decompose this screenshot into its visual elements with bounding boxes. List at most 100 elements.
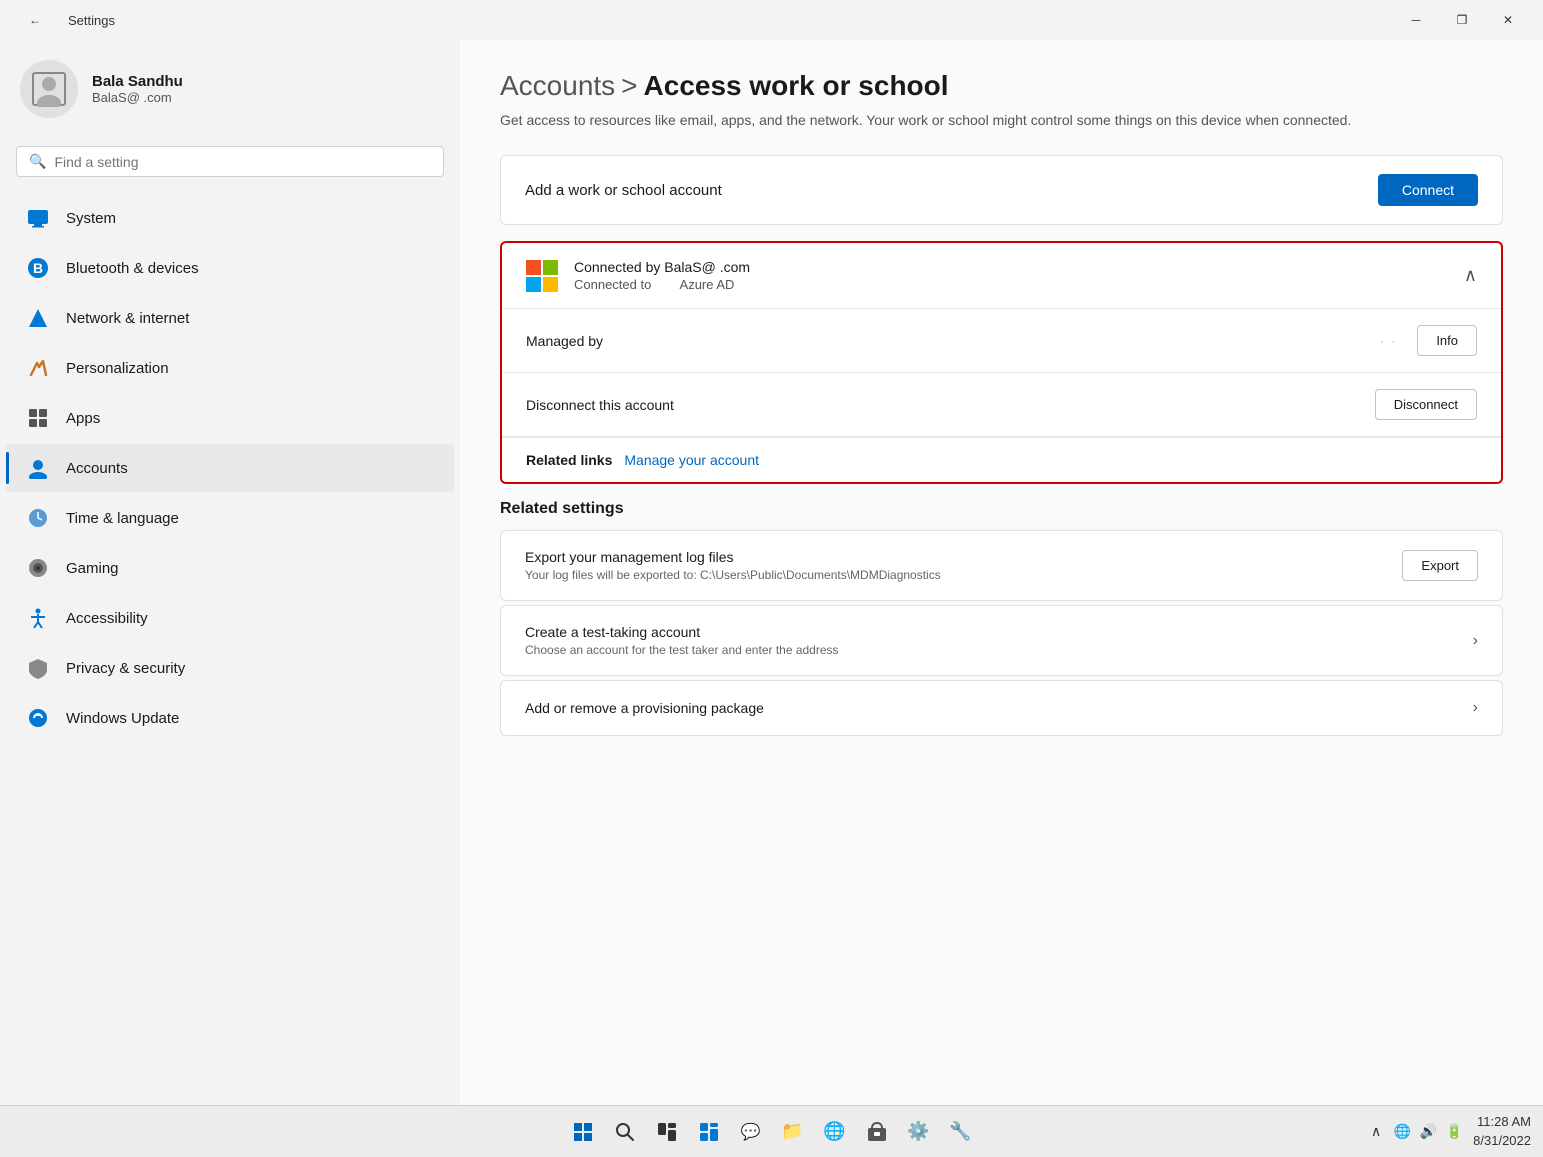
titlebar-left: ← Settings	[12, 4, 115, 36]
sidebar-item-privacy[interactable]: Privacy & security	[6, 644, 454, 692]
managed-by-label: Managed by	[526, 333, 603, 349]
sidebar-item-label-system: System	[66, 210, 116, 227]
sidebar-item-label-windows-update: Windows Update	[66, 710, 179, 727]
provisioning-row[interactable]: Add or remove a provisioning package ›	[500, 680, 1503, 736]
sidebar-item-time[interactable]: Time & language	[6, 494, 454, 542]
widgets-button[interactable]	[691, 1114, 727, 1150]
sidebar-item-windows-update[interactable]: Windows Update	[6, 694, 454, 742]
maximize-button[interactable]: ❐	[1439, 4, 1485, 36]
sidebar-item-network[interactable]: Network & internet	[6, 294, 454, 342]
titlebar-controls: ─ ❐ ✕	[1393, 4, 1531, 36]
connected-account-header: Connected by BalaS@ .com Connected to Az…	[502, 243, 1501, 309]
close-button[interactable]: ✕	[1485, 4, 1531, 36]
edge-button[interactable]: 🌐	[817, 1114, 853, 1150]
sidebar-item-label-personalization: Personalization	[66, 360, 169, 377]
taskbar-center: 💬 📁 🌐 ⚙️ 🔧	[565, 1114, 979, 1150]
related-links-row: Related links Manage your account	[502, 437, 1501, 482]
sidebar-item-label-gaming: Gaming	[66, 560, 119, 577]
svg-text:B: B	[33, 260, 43, 276]
system-icon	[26, 206, 50, 230]
win-sq-1	[574, 1123, 582, 1131]
taskbar-time[interactable]: 11:28 AM 8/31/2022	[1473, 1113, 1531, 1149]
export-log-info: Export your management log files Your lo…	[525, 549, 941, 582]
managed-by-row: Managed by · · Info	[502, 309, 1501, 373]
managed-by-value: · ·	[1380, 334, 1397, 348]
tray-network-icon[interactable]: 🌐	[1391, 1121, 1413, 1143]
taskbar-clock: 11:28 AM	[1473, 1113, 1531, 1131]
connected-account-box: Connected by BalaS@ .com Connected to Az…	[500, 241, 1503, 484]
tool-button[interactable]: 🔧	[943, 1114, 979, 1150]
gaming-icon	[26, 556, 50, 580]
connect-button[interactable]: Connect	[1378, 174, 1478, 206]
breadcrumb-current: Access work or school	[644, 70, 949, 102]
taskbar-search-button[interactable]	[607, 1114, 643, 1150]
tray-battery-icon[interactable]: 🔋	[1443, 1121, 1465, 1143]
search-box[interactable]: 🔍	[16, 146, 444, 177]
sidebar-item-apps[interactable]: Apps	[6, 394, 454, 442]
export-button[interactable]: Export	[1402, 550, 1478, 581]
search-icon: 🔍	[29, 153, 46, 170]
back-button[interactable]: ←	[12, 4, 58, 36]
export-log-row: Export your management log files Your lo…	[500, 530, 1503, 601]
titlebar: ← Settings ─ ❐ ✕	[0, 0, 1543, 40]
disconnect-row: Disconnect this account Disconnect	[502, 373, 1501, 437]
add-account-label: Add a work or school account	[525, 182, 722, 199]
task-view-button[interactable]	[649, 1114, 685, 1150]
test-account-desc: Choose an account for the test taker and…	[525, 643, 839, 657]
start-button[interactable]	[565, 1114, 601, 1150]
breadcrumb-parent: Accounts	[500, 70, 615, 102]
minimize-button[interactable]: ─	[1393, 4, 1439, 36]
personalization-icon	[26, 356, 50, 380]
disconnect-label: Disconnect this account	[526, 397, 674, 413]
taskbar-right: ∧ 🌐 🔊 🔋 11:28 AM 8/31/2022	[1365, 1113, 1531, 1149]
sidebar-item-label-accounts: Accounts	[66, 460, 128, 477]
sidebar-item-label-privacy: Privacy & security	[66, 660, 185, 677]
connected-header-left: Connected by BalaS@ .com Connected to Az…	[526, 259, 750, 292]
provisioning-title: Add or remove a provisioning package	[525, 700, 764, 716]
provisioning-info: Add or remove a provisioning package	[525, 700, 764, 716]
accessibility-icon	[26, 606, 50, 630]
store-button[interactable]	[859, 1114, 895, 1150]
connected-to-text: Connected to Azure AD	[574, 277, 750, 292]
info-button[interactable]: Info	[1417, 325, 1477, 356]
profile-info: Bala Sandhu BalaS@ .com	[92, 73, 183, 105]
chevron-right-icon-1: ›	[1473, 632, 1478, 650]
search-input[interactable]	[54, 154, 431, 170]
manage-account-link[interactable]: Manage your account	[624, 452, 759, 468]
related-links-label: Related links	[526, 452, 612, 468]
test-account-row[interactable]: Create a test-taking account Choose an a…	[500, 605, 1503, 676]
win-sq-2	[584, 1123, 592, 1131]
sidebar-item-accounts[interactable]: Accounts	[6, 444, 454, 492]
sidebar-item-gaming[interactable]: Gaming	[6, 544, 454, 592]
win-sq-4	[584, 1133, 592, 1141]
ms-logo-blue	[526, 277, 541, 292]
network-icon	[26, 306, 50, 330]
sidebar-item-personalization[interactable]: Personalization	[6, 344, 454, 392]
tray-speaker-icon[interactable]: 🔊	[1417, 1121, 1439, 1143]
app-container: Bala Sandhu BalaS@ .com 🔍 System	[0, 40, 1543, 1105]
test-account-title: Create a test-taking account	[525, 624, 839, 640]
sidebar: Bala Sandhu BalaS@ .com 🔍 System	[0, 40, 460, 1105]
sidebar-item-label-bluetooth: Bluetooth & devices	[66, 260, 199, 277]
tray-chevron-icon[interactable]: ∧	[1365, 1121, 1387, 1143]
export-log-desc: Your log files will be exported to: C:\U…	[525, 568, 941, 582]
chevron-up-icon[interactable]: ∧	[1464, 265, 1477, 286]
file-explorer-button[interactable]: 📁	[775, 1114, 811, 1150]
add-account-row: Add a work or school account Connect	[501, 156, 1502, 224]
sidebar-item-bluetooth[interactable]: B Bluetooth & devices	[6, 244, 454, 292]
apps-icon	[26, 406, 50, 430]
privacy-icon	[26, 656, 50, 680]
content-area: Accounts > Access work or school Get acc…	[460, 40, 1543, 1105]
accounts-icon	[26, 456, 50, 480]
disconnect-button[interactable]: Disconnect	[1375, 389, 1477, 420]
chevron-right-icon-2: ›	[1473, 699, 1478, 717]
sidebar-item-label-accessibility: Accessibility	[66, 610, 148, 627]
connected-by-text: Connected by BalaS@ .com	[574, 259, 750, 275]
settings-button[interactable]: ⚙️	[901, 1114, 937, 1150]
sidebar-item-system[interactable]: System	[6, 194, 454, 242]
sidebar-item-label-apps: Apps	[66, 410, 100, 427]
teams-chat-button[interactable]: 💬	[733, 1114, 769, 1150]
win-sq-3	[574, 1133, 582, 1141]
avatar	[20, 60, 78, 118]
sidebar-item-accessibility[interactable]: Accessibility	[6, 594, 454, 642]
